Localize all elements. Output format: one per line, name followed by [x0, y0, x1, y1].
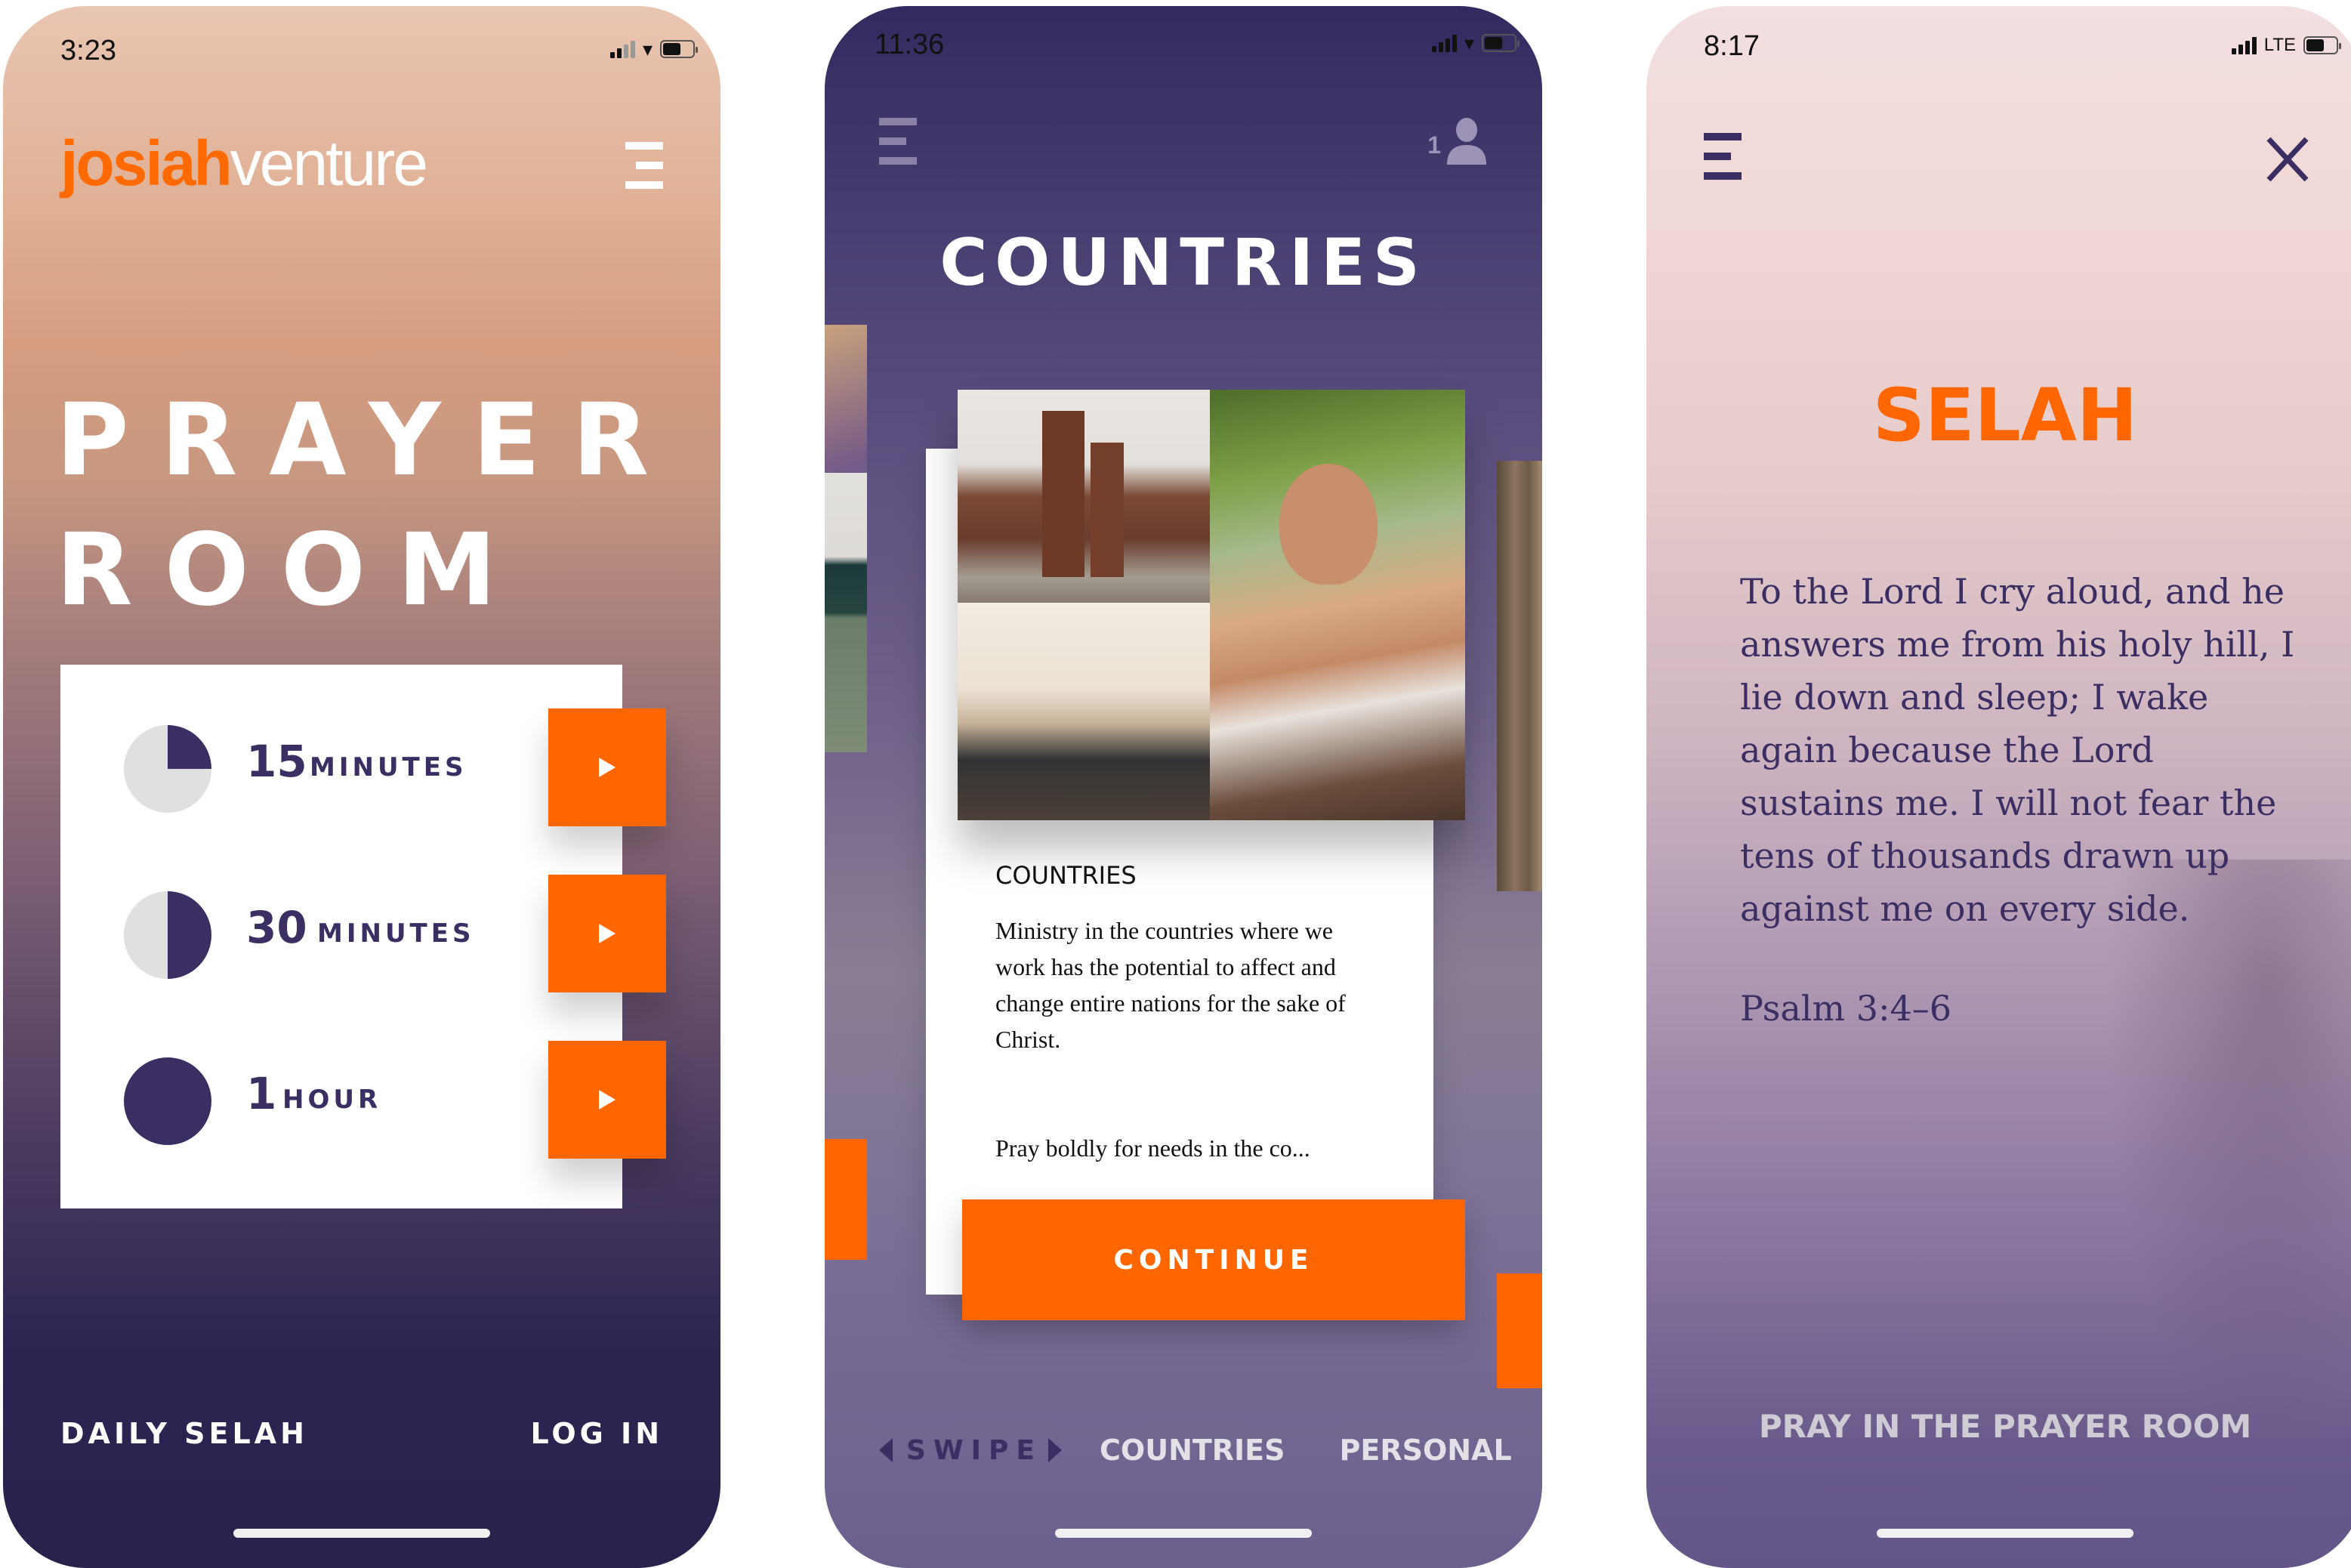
start-15-minutes-button[interactable] [548, 708, 666, 826]
photo-collage [958, 390, 1465, 820]
menu-icon[interactable] [625, 142, 663, 189]
battery-icon [1482, 34, 1520, 52]
status-bar-icons: ▾ [609, 38, 698, 60]
phone-screen-selah: 8:17 LTE SELAH To the Lord I cry aloud, … [1646, 6, 2351, 1568]
wifi-icon: ▾ [1464, 32, 1474, 54]
page-title: COUNTRIES [939, 225, 1427, 301]
duration-unit: HOUR [282, 1085, 382, 1115]
group-photo [958, 603, 1210, 820]
previous-card-button[interactable] [825, 1139, 867, 1260]
bottom-nav: SWIPE COUNTRIES PERSONAL [879, 1434, 1512, 1467]
duration-card: 15 MINUTES 30 MINUTES 1 HOUR [60, 665, 666, 1208]
menu-icon[interactable] [879, 118, 917, 165]
menu-icon[interactable] [1704, 133, 1742, 180]
network-type: LTE [2263, 35, 2296, 55]
card-heading: COUNTRIES [995, 861, 1137, 890]
card-more-text: Pray boldly for needs in the co... [995, 1134, 1310, 1162]
status-time: 3:23 [60, 35, 116, 66]
daily-selah-link[interactable]: DAILY SELAH [60, 1417, 308, 1450]
phone-screen-prayer-room: 3:23 ▾ josiahventure PRAYER ROOM 15 MINU… [3, 6, 720, 1568]
battery-icon [660, 40, 698, 58]
church-tower-right [1091, 443, 1124, 577]
duration-unit: MINUTES [317, 918, 475, 949]
card-description: Ministry in the countries where we work … [995, 917, 1346, 1053]
tab-countries[interactable]: COUNTRIES [1100, 1434, 1285, 1467]
start-1-hour-button[interactable] [548, 1041, 666, 1159]
home-indicator [1877, 1529, 2133, 1538]
duration-option-30[interactable]: 30 MINUTES [60, 875, 720, 995]
duration-unit: MINUTES [310, 752, 467, 782]
continue-button[interactable]: CONTINUE [962, 1199, 1465, 1320]
swipe-label: SWIPE [906, 1434, 1043, 1466]
signal-icon [2231, 36, 2257, 54]
selah-title: SELAH [1872, 373, 2138, 458]
play-icon [599, 1090, 616, 1110]
signal-icon [1431, 34, 1457, 52]
duration-number: 15 [246, 736, 307, 787]
pie-half-icon [124, 891, 211, 979]
scripture-verse: To the Lord I cry aloud, and he answers … [1740, 571, 2295, 929]
face-shape [1279, 464, 1378, 585]
home-indicator [1055, 1529, 1312, 1538]
log-in-link[interactable]: LOG IN [530, 1417, 663, 1450]
next-card-photo[interactable] [1497, 461, 1542, 891]
title-prayer: PRAYER [56, 382, 681, 498]
josiah-venture-logo: josiahventure [60, 127, 428, 200]
scripture-reference: Psalm 3:4–6 [1740, 988, 1951, 1029]
pie-full-icon [124, 1057, 211, 1145]
play-icon [599, 758, 616, 777]
start-30-minutes-button[interactable] [548, 875, 666, 992]
smiling-man-photo [1210, 390, 1465, 820]
signal-icon [609, 40, 635, 58]
duration-number: 30 [246, 902, 307, 953]
previous-card-photo-lower [825, 473, 867, 752]
battery-icon [2303, 36, 2341, 54]
tab-personal[interactable]: PERSONAL [1340, 1434, 1512, 1467]
phone-screen-countries: 11:36 ▾ 1 COUNTRIES COUNTRIES Ministry i… [825, 6, 1542, 1568]
duration-option-15[interactable]: 15 MINUTES [60, 708, 720, 829]
status-bar-icons: LTE [2231, 35, 2341, 56]
church-tower [1042, 411, 1084, 577]
user-count: 1 [1427, 131, 1441, 159]
wifi-icon: ▾ [642, 38, 653, 60]
logo-part-venture: venture [230, 128, 428, 199]
close-icon[interactable] [2264, 136, 2311, 183]
user-count-button[interactable]: 1 [1427, 118, 1488, 165]
logo-part-josiah: josiah [60, 128, 233, 199]
play-icon [599, 924, 616, 943]
status-time: 11:36 [875, 29, 945, 60]
status-bar-icons: ▾ [1431, 32, 1520, 54]
duration-number: 1 [246, 1068, 277, 1119]
duration-option-60[interactable]: 1 HOUR [60, 1041, 720, 1162]
arrow-right-icon [1048, 1438, 1063, 1462]
home-indicator [233, 1529, 490, 1538]
arrow-left-icon [879, 1438, 893, 1462]
church-photo [958, 390, 1210, 603]
title-room: ROOM [56, 512, 529, 628]
pray-in-prayer-room-link[interactable]: PRAY IN THE PRAYER ROOM [1646, 1408, 2351, 1445]
pie-quarter-icon [124, 725, 211, 813]
user-icon [1447, 118, 1486, 165]
status-time: 8:17 [1704, 30, 1760, 62]
next-card-button[interactable] [1497, 1273, 1542, 1388]
swipe-hint[interactable]: SWIPE [879, 1434, 1063, 1466]
